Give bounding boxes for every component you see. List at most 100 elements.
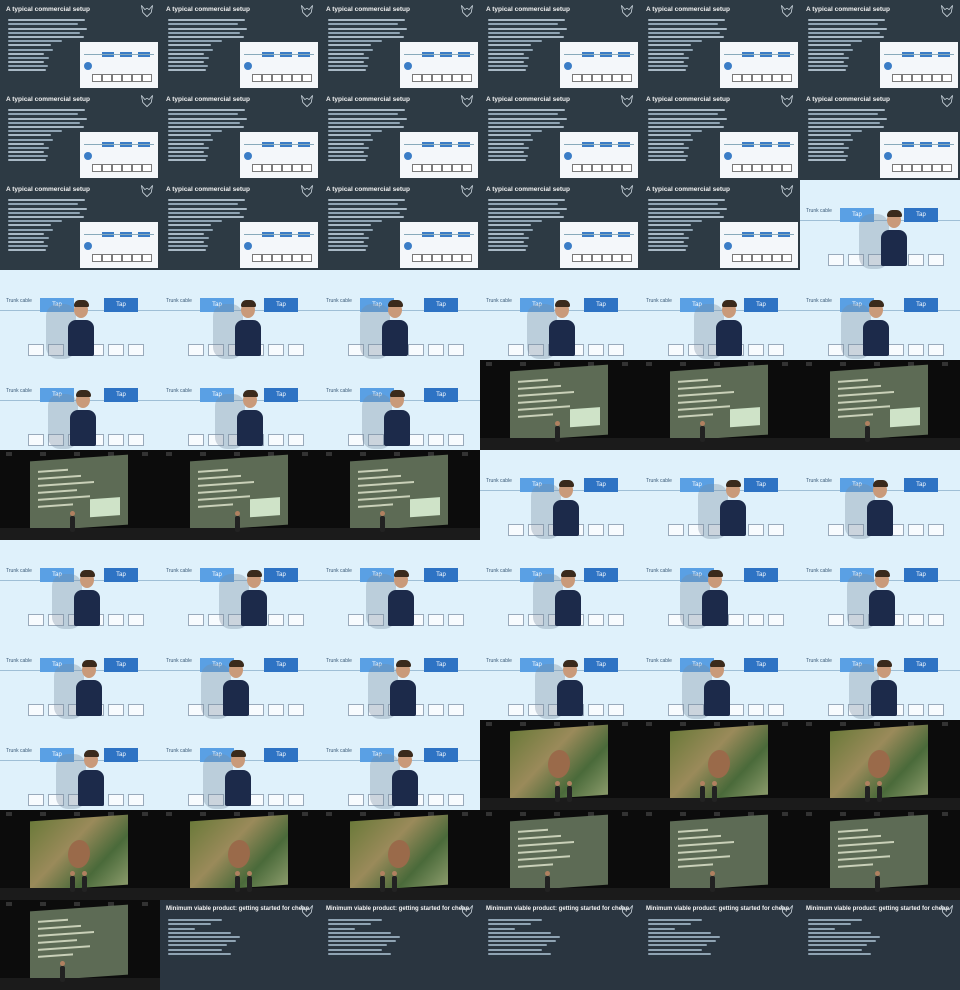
tv-icon <box>122 254 132 262</box>
tv-icon <box>292 74 302 82</box>
tv-icon <box>582 74 592 82</box>
monitor-icon <box>248 704 264 716</box>
speaker-shirt <box>78 770 104 806</box>
speaker-head <box>380 871 385 876</box>
bullet-line <box>8 61 44 64</box>
speaker-silhouette <box>70 516 75 532</box>
tap-box: Tap <box>264 748 298 762</box>
video-frame: Trunk cable Tap Tap <box>160 360 320 450</box>
tv-icon <box>272 164 282 172</box>
bullet-line <box>8 224 52 227</box>
bullet-line <box>328 207 408 210</box>
monitor-icon <box>108 344 124 356</box>
monitor-icon <box>428 794 444 806</box>
video-frame: Trunk cable Tap Tap <box>160 540 320 630</box>
bullet-line <box>168 241 204 244</box>
bullet-line <box>648 117 728 120</box>
trunk-wire <box>244 144 314 145</box>
trunk-cable-label: Trunk cable <box>166 748 192 754</box>
bullet-line <box>8 121 80 124</box>
bullet-line <box>328 56 370 59</box>
screen-text-line <box>518 840 574 847</box>
tv-icon <box>452 164 462 172</box>
stage-light <box>394 452 400 456</box>
screen-text-line <box>838 399 877 404</box>
speaker-silhouette <box>235 876 240 892</box>
bullet-line <box>648 944 708 947</box>
tap-box: Tap <box>424 298 458 312</box>
bullet-line <box>8 35 84 38</box>
speaker-head <box>82 871 87 876</box>
speaker-hair <box>246 570 262 577</box>
monitor-icon <box>108 614 124 626</box>
video-frame: Trunk cable Tap Tap <box>0 360 160 450</box>
tap-box: Tap <box>424 388 458 402</box>
tv-icon <box>252 164 262 172</box>
bullet-line <box>168 65 208 68</box>
bullet-line <box>648 203 719 206</box>
tv-icon <box>432 164 442 172</box>
stage-light <box>874 722 880 726</box>
bullet-line <box>488 35 564 38</box>
tv-icon <box>742 164 752 172</box>
bullet-line <box>488 117 568 120</box>
stage-light <box>646 812 652 816</box>
tv-icon <box>752 164 762 172</box>
video-frame <box>800 810 960 900</box>
stage-light <box>326 452 332 456</box>
bullet-line <box>328 215 404 218</box>
speaker-shirt <box>70 410 96 446</box>
monitor-icon <box>28 344 44 356</box>
tv-icon <box>902 74 912 82</box>
dish-icon <box>724 62 732 70</box>
bullet-line <box>328 117 408 120</box>
stage-light <box>326 812 332 816</box>
bullet-line <box>328 159 366 162</box>
bullet-line <box>488 215 564 218</box>
tv-icon <box>612 74 622 82</box>
bullet-line <box>648 44 692 47</box>
speaker-hair <box>389 390 405 397</box>
bullet-line <box>168 125 244 128</box>
tap-box: Tap <box>264 658 298 672</box>
bullet-line <box>328 65 368 68</box>
stage-light <box>74 812 80 816</box>
monitor-icon <box>588 524 604 536</box>
screen-text-line <box>678 390 734 397</box>
stage-floor <box>640 888 800 900</box>
trunk-cable-label: Trunk cable <box>166 388 192 394</box>
bullet-line <box>648 199 725 202</box>
video-frame: A typical commercial setup <box>160 180 320 270</box>
monitor-icon <box>108 434 124 446</box>
bullet-line <box>8 117 88 120</box>
screen-text-line <box>518 378 548 383</box>
fox-logo-icon <box>780 5 794 18</box>
bullet-line <box>808 31 880 34</box>
bullet-line <box>168 35 244 38</box>
tv-icon <box>122 74 132 82</box>
bullet-line <box>488 927 515 930</box>
bullet-line <box>328 923 372 926</box>
monitor-icon <box>188 344 204 356</box>
monitor-icon <box>928 524 944 536</box>
tv-icon <box>762 164 772 172</box>
tv-icon <box>462 164 472 172</box>
monitor-icon <box>348 704 364 716</box>
speaker-head <box>70 511 75 516</box>
speaker-shirt <box>392 770 418 806</box>
fox-logo-icon <box>140 95 154 108</box>
network-diagram <box>560 222 638 268</box>
slide-title: A typical commercial setup <box>6 6 90 13</box>
bullet-line <box>488 40 542 43</box>
bullet-line <box>168 207 248 210</box>
screen-text-line <box>838 390 894 397</box>
trunk-cable-label: Trunk cable <box>166 568 192 574</box>
bullet-line <box>328 125 404 128</box>
bullet-line <box>328 31 400 34</box>
network-diagram <box>880 42 958 88</box>
bullet-line <box>648 27 728 30</box>
bullet-line <box>168 117 248 120</box>
trunk-cable-label: Trunk cable <box>646 568 672 574</box>
bullet-line <box>328 61 364 64</box>
fox-logo-icon <box>780 185 794 198</box>
